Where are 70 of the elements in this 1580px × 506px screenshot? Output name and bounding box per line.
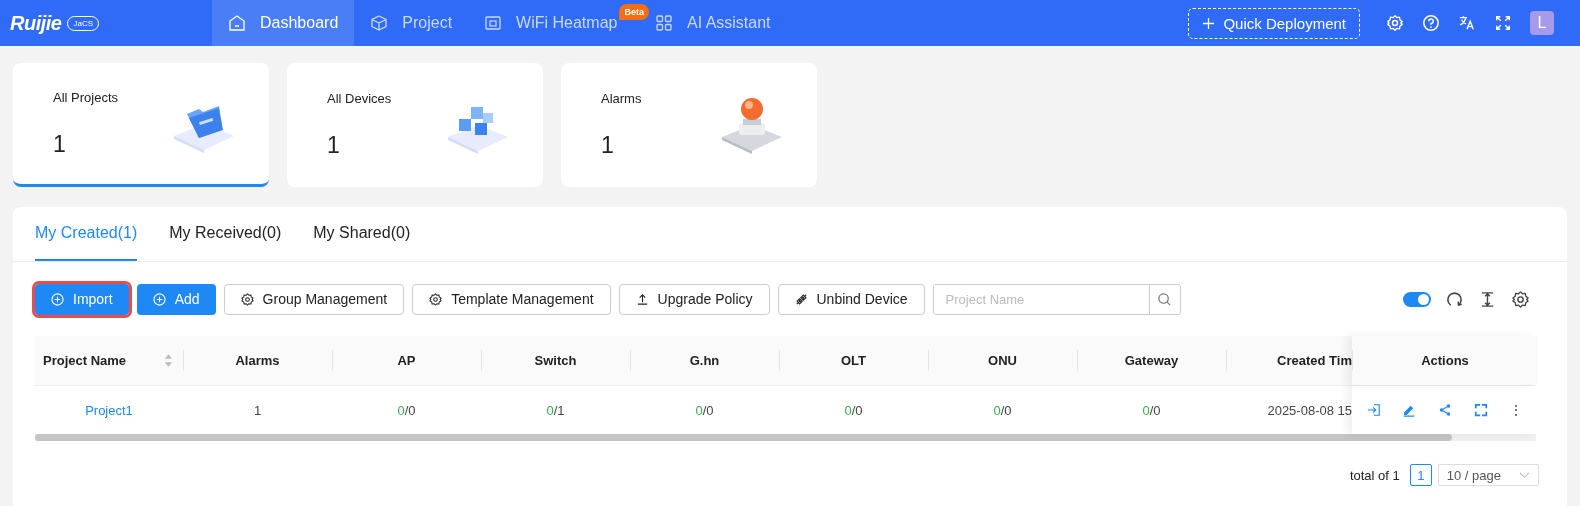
plus-icon: [1202, 16, 1216, 30]
table-cell: 0/0: [993, 402, 1012, 418]
table-cell: 0/1: [546, 402, 565, 418]
search-field[interactable]: Project Name: [932, 283, 1181, 315]
tab[interactable]: My Created(1): [35, 207, 138, 261]
settings-icon[interactable]: [1511, 289, 1530, 309]
toolbar-button[interactable]: Add: [136, 283, 216, 315]
stat-label: All Projects: [53, 89, 119, 105]
window-icon: [484, 14, 503, 32]
table-cell: 1: [253, 402, 262, 418]
page-button[interactable]: 1: [1409, 464, 1432, 486]
column-header: ONU: [988, 353, 1017, 368]
home-icon: [228, 14, 246, 32]
column-header: G.hn: [689, 353, 720, 368]
column-header: AP: [397, 353, 416, 368]
stat-label: Alarms: [601, 91, 642, 106]
add-circle-icon: [51, 292, 64, 306]
toolbar-button[interactable]: Import: [35, 283, 129, 315]
stat-value: 1: [53, 130, 67, 158]
table-cell: 0/0: [695, 402, 714, 418]
table-cell: 2025-08-08 15: [1267, 402, 1352, 418]
horizontal-scrollbar[interactable]: [35, 434, 1536, 441]
share-icon[interactable]: [1438, 403, 1452, 417]
page-size-select[interactable]: 10 / page: [1437, 464, 1539, 486]
column-header: Gateway: [1124, 353, 1179, 368]
help-icon[interactable]: [1422, 14, 1440, 32]
more-button[interactable]: ⋮: [1509, 402, 1524, 418]
tab[interactable]: My Shared(0): [313, 207, 411, 261]
nav-tab[interactable]: Dashboard: [212, 0, 355, 46]
total-count: total of 1: [1349, 467, 1400, 483]
gear-icon: [240, 292, 254, 306]
grid-icon: [654, 14, 673, 32]
project-link[interactable]: Project1: [85, 402, 133, 418]
table-cell: 0/0: [1142, 402, 1161, 418]
column-header: OLT: [841, 353, 866, 368]
column-header: Created Tim: [1277, 353, 1352, 368]
stat-card[interactable]: Alarms 1: [561, 63, 817, 187]
column-header: Project Name: [43, 353, 127, 368]
caret-icon: [1519, 471, 1530, 479]
toolbar-button[interactable]: Template Management: [412, 283, 611, 315]
column-header: Alarms: [235, 353, 280, 368]
tab[interactable]: My Received(0): [169, 207, 282, 261]
add-circle-icon: [152, 292, 166, 306]
column-header: Actions: [1421, 353, 1469, 368]
sort-icon[interactable]: [164, 353, 173, 368]
search-icon[interactable]: [1157, 291, 1173, 307]
toolbar-button[interactable]: Unbind Device: [777, 283, 925, 315]
unlink-icon: [794, 292, 808, 306]
cube-icon: [370, 14, 389, 32]
toolbar-button[interactable]: Upgrade Policy: [618, 283, 770, 315]
gear-icon: [429, 292, 443, 306]
stat-card[interactable]: All Devices 1: [287, 63, 543, 187]
upload-icon: [635, 292, 649, 306]
beta-badge: Beta: [619, 4, 649, 20]
stat-card[interactable]: All Projects 1: [13, 63, 269, 187]
quick-deployment-button[interactable]: Quick Deployment: [1188, 7, 1360, 39]
toolbar-button[interactable]: Group Management: [223, 283, 405, 315]
stat-value: 1: [327, 132, 341, 159]
stat-label: All Devices: [327, 91, 392, 106]
brand-logo: Ruijie: [10, 11, 62, 35]
table-cell: 0/0: [397, 402, 416, 418]
stat-value: 1: [601, 132, 615, 159]
translate-icon[interactable]: [1458, 14, 1476, 32]
fullscreen-icon[interactable]: [1494, 14, 1512, 32]
column-header: Switch: [534, 353, 577, 368]
toggle-switch[interactable]: [1403, 291, 1431, 307]
edit-icon[interactable]: [1402, 403, 1417, 417]
refresh-icon[interactable]: [1445, 289, 1464, 309]
table-cell: 0/0: [844, 402, 863, 418]
login-icon[interactable]: [1366, 403, 1381, 417]
